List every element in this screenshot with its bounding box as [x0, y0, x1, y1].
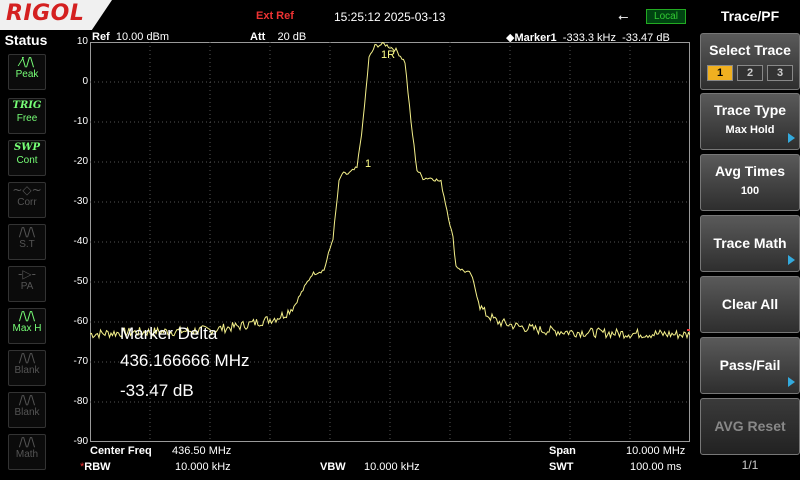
clear-all-label: Clear All: [721, 296, 779, 312]
vbw-label: VBW: [320, 461, 346, 473]
avg-times-button[interactable]: Avg Times 100: [700, 154, 800, 211]
swt-label: SWT: [549, 461, 573, 473]
trace-math-button[interactable]: Trace Math: [700, 215, 800, 272]
ext-ref-indicator: Ext Ref: [256, 10, 294, 22]
trig-icon: TRIG: [12, 100, 42, 111]
avg-times-label: Avg Times: [714, 163, 786, 179]
status-blank-indicator: /\/\ Blank: [8, 350, 46, 386]
status-label: Blank: [14, 407, 40, 418]
status-cont-indicator: SWP Cont: [8, 140, 46, 176]
menu-page-indicator: 1/1: [741, 458, 759, 472]
st-icon: /\/\: [18, 225, 36, 239]
menu-title: Trace/PF: [700, 0, 800, 32]
y-tick-label: 0: [82, 76, 88, 87]
status-s-t-indicator: /\/\ S.T: [8, 224, 46, 260]
span-label: Span: [549, 445, 576, 457]
y-tick-label: -50: [73, 276, 88, 287]
status-title: Status: [4, 32, 48, 48]
submenu-arrow-icon: [788, 255, 795, 265]
math-icon: /\/\: [18, 435, 36, 449]
submenu-arrow-icon: [788, 133, 795, 143]
rbw-label: RBW: [84, 461, 111, 473]
status-label: Corr: [17, 197, 37, 208]
rbw-value: 10.000 kHz: [175, 461, 231, 473]
status-label: PA: [20, 281, 34, 292]
avg-reset-label: AVG Reset: [714, 418, 786, 434]
center-freq: Center Freq: [90, 445, 152, 457]
clear-all-button[interactable]: Clear All: [700, 276, 800, 333]
local-indicator[interactable]: Local: [646, 9, 686, 24]
trace-type-button[interactable]: Trace Type Max Hold: [700, 93, 800, 150]
trace-2-option[interactable]: 2: [737, 65, 763, 81]
status-label: Max H: [12, 323, 42, 334]
span-label-text: Span: [549, 445, 576, 457]
date-time: 15:25:12 2025-03-13: [334, 10, 446, 24]
center-label: Center Freq: [90, 445, 152, 457]
brand-text: RIGOL: [6, 1, 85, 26]
y-tick-label: -40: [73, 236, 88, 247]
status-corr-indicator: ~◇~ Corr: [8, 182, 46, 218]
select-trace-button[interactable]: Select Trace 123: [700, 33, 800, 90]
y-tick-label: -20: [73, 156, 88, 167]
rbw: *RBW: [80, 461, 111, 473]
y-tick-label: -70: [73, 356, 88, 367]
vbw-value: 10.000 kHz: [364, 461, 420, 473]
status-label: Cont: [16, 155, 38, 166]
status-math-indicator: /\/\ Math: [8, 434, 46, 470]
status-free-indicator: TRIG Free: [8, 98, 46, 134]
y-tick-label: 10: [76, 36, 88, 47]
peak-icon: ⁄\/\: [19, 55, 35, 69]
marker-delta-title: Marker Delta: [120, 324, 218, 343]
y-tick-label: -90: [73, 436, 88, 447]
swp-icon: SWP: [14, 142, 40, 153]
status-pa-indicator: -▷- PA: [8, 266, 46, 302]
y-tick-label: -30: [73, 196, 88, 207]
center-freq-value: 436.50 MHz: [172, 445, 232, 457]
trace-3-option[interactable]: 3: [767, 65, 793, 81]
y-tick-label: -10: [73, 116, 88, 127]
marker-delta-level: -33.47 dB: [120, 381, 194, 400]
vbw-label-text: VBW: [320, 461, 346, 473]
marker-delta-frequency: 436.166666 MHz: [120, 351, 250, 370]
status-label: Blank: [14, 365, 40, 376]
usb-icon: ⭠: [618, 9, 629, 24]
trace-1-option[interactable]: 1: [707, 65, 733, 81]
corr-icon: ~◇~: [12, 183, 42, 197]
pa-icon: -▷-: [18, 267, 36, 281]
pass-fail-button[interactable]: Pass/Fail: [700, 337, 800, 394]
status-peak-indicator: ⁄\/\ Peak: [8, 54, 46, 90]
avg-times-value: 100: [740, 185, 760, 197]
status-label: Math: [15, 449, 39, 460]
maxh-icon: /\/\: [18, 309, 36, 323]
blank-icon: /\/\: [18, 393, 36, 407]
status-label: Peak: [15, 69, 39, 80]
marker-1r-label: 1R: [381, 49, 396, 61]
avg-reset-button[interactable]: AVG Reset: [700, 398, 800, 455]
blank-icon: /\/\: [18, 351, 36, 365]
trace-math-label: Trace Math: [713, 235, 787, 251]
marker-1-label: 1: [365, 158, 372, 170]
status-label: S.T: [19, 239, 35, 250]
status-max-h-indicator: /\/\ Max H: [8, 308, 46, 344]
y-tick-label: -60: [73, 316, 88, 327]
pass-fail-label: Pass/Fail: [719, 357, 781, 373]
swt-label-text: SWT: [549, 461, 574, 473]
status-label: Free: [16, 113, 38, 124]
y-tick-label: -80: [73, 396, 88, 407]
trace-type-value: Max Hold: [725, 124, 775, 136]
select-trace-label: Select Trace: [709, 42, 791, 58]
swt-value: 100.00 ms: [630, 461, 682, 473]
submenu-arrow-icon: [788, 377, 795, 387]
span-value: 10.000 MHz: [626, 445, 686, 457]
display-line-marker: [687, 329, 690, 331]
status-blank-indicator: /\/\ Blank: [8, 392, 46, 428]
trace-type-label: Trace Type: [713, 102, 787, 118]
